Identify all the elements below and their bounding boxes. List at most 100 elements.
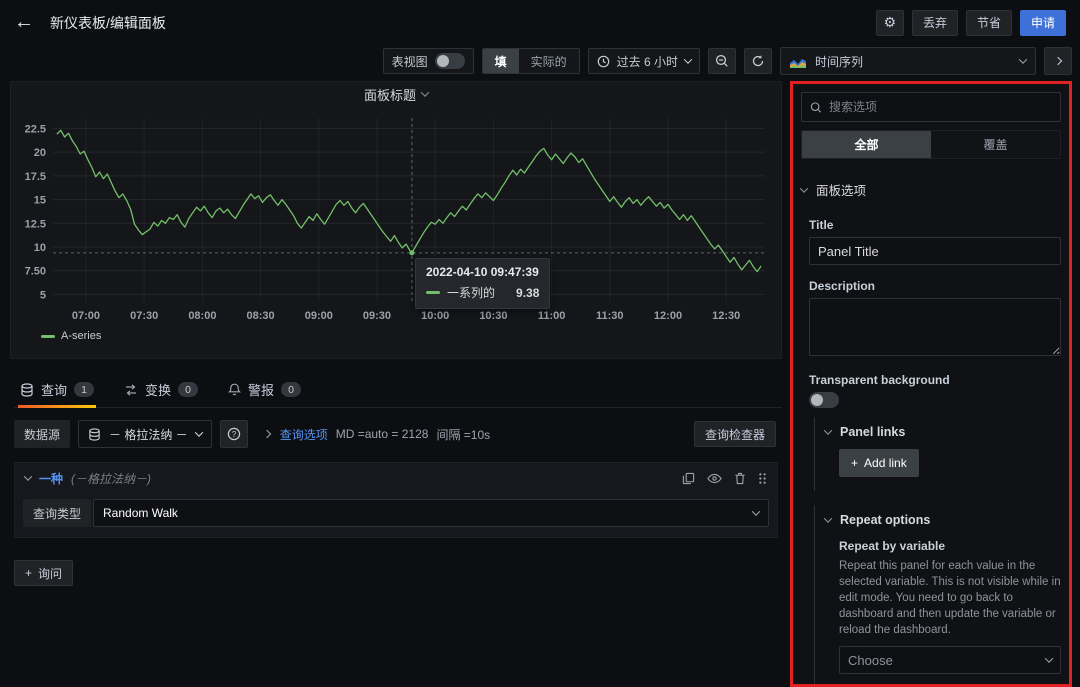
visualization-picker[interactable]: 时间序列 [780, 47, 1036, 75]
tab-query[interactable]: 查询 1 [18, 375, 96, 407]
add-link-button[interactable]: + Add link [839, 449, 919, 477]
options-search[interactable] [801, 92, 1061, 122]
section-panel-links: Panel links + Add link [814, 417, 1061, 491]
panel-links-title: Panel links [840, 425, 905, 439]
table-view-control: 表视图 [383, 48, 474, 74]
chevron-down-icon [824, 514, 832, 522]
query-editor-row: 一种 (－格拉法纳－) 查询类型 Random Walk [14, 462, 778, 538]
panel-settings-button[interactable]: ⚙ [876, 10, 904, 36]
chart-tooltip: 2022-04-10 09:47:39 一系列的 9.38 [415, 258, 550, 309]
datasource-value: － 格拉法纳 － [109, 426, 188, 443]
svg-text:12:30: 12:30 [712, 310, 740, 322]
panel-title-menu[interactable]: 面板标题 [11, 82, 781, 106]
zoom-out-button[interactable] [708, 48, 736, 74]
table-view-label: 表视图 [392, 53, 428, 70]
query-options-link[interactable]: 查询选项 [280, 426, 328, 443]
clock-icon [597, 55, 610, 68]
svg-text:15: 15 [34, 195, 46, 207]
description-field-label: Description [809, 279, 1061, 293]
query-datasource-hint: (－格拉法纳－) [71, 470, 151, 487]
tab-overrides[interactable]: 覆盖 [931, 131, 1060, 158]
refresh-icon [751, 54, 765, 68]
svg-text:20: 20 [34, 147, 46, 159]
svg-text:10: 10 [34, 242, 46, 254]
tab-alert[interactable]: 警报 0 [226, 375, 303, 407]
database-icon [88, 428, 101, 441]
svg-text:?: ? [231, 430, 236, 439]
panel-title-input[interactable] [809, 237, 1061, 265]
tab-transform-badge: 0 [178, 382, 198, 397]
svg-text:09:30: 09:30 [363, 310, 391, 322]
time-range-label: 过去 6 小时 [617, 53, 678, 70]
chevron-down-icon [684, 55, 692, 63]
add-link-label: Add link [864, 456, 907, 470]
legend-item[interactable]: A-series [41, 330, 781, 342]
svg-text:7.50: 7.50 [25, 266, 46, 278]
chevron-down-icon [421, 88, 429, 96]
tab-query-badge: 1 [74, 382, 94, 397]
tab-transform[interactable]: 变换 0 [122, 375, 200, 407]
svg-text:22.5: 22.5 [25, 123, 46, 135]
tooltip-value: 9.38 [516, 286, 539, 300]
repeat-by-variable-label: Repeat by variable [839, 539, 1061, 553]
duplicate-icon[interactable] [682, 472, 695, 485]
svg-text:10:00: 10:00 [421, 310, 449, 322]
legend-label: A-series [61, 330, 101, 342]
chevron-down-icon [824, 426, 832, 434]
tab-alert-label: 警报 [248, 380, 274, 399]
repeat-variable-select[interactable]: Choose [839, 646, 1061, 674]
chart-area[interactable]: 22.52017.51512.5107.50507:0007:3008:0008… [17, 106, 781, 330]
collapse-query-icon[interactable] [24, 472, 32, 480]
tooltip-time: 2022-04-10 09:47:39 [426, 265, 539, 279]
datasource-help-button[interactable]: ? [220, 420, 248, 448]
edit-toolbar: 表视图 填 实际的 过去 6 小时 时间序列 [0, 45, 1080, 77]
repeat-options-title: Repeat options [840, 513, 930, 527]
timeseries-chart-icon [790, 55, 807, 68]
svg-text:09:00: 09:00 [305, 310, 333, 322]
collapse-options-button[interactable] [1044, 47, 1072, 75]
datasource-label: 数据源 [14, 420, 70, 448]
tab-query-label: 查询 [41, 380, 67, 399]
svg-text:10:30: 10:30 [479, 310, 507, 322]
options-search-input[interactable] [829, 100, 1052, 114]
discard-button[interactable]: 丢弃 [912, 10, 958, 36]
trash-icon[interactable] [734, 472, 746, 485]
svg-text:11:00: 11:00 [538, 310, 566, 322]
svg-text:08:00: 08:00 [188, 310, 216, 322]
time-range-picker[interactable]: 过去 6 小时 [588, 48, 700, 74]
repeat-options-header[interactable]: Repeat options [825, 505, 1061, 535]
panel-options-header[interactable]: 面板选项 [793, 169, 1069, 210]
apply-button[interactable]: 申请 [1020, 10, 1066, 36]
chevron-down-icon [752, 507, 760, 515]
datasource-row: 数据源 － 格拉法纳 － ? 查询选项 MD =auto = 2128 间隔 =… [14, 420, 782, 448]
help-icon: ? [227, 427, 241, 441]
actual-option[interactable]: 实际的 [519, 49, 579, 73]
add-query-button[interactable]: + 询问 [14, 560, 73, 586]
chevron-right-icon [1054, 57, 1062, 65]
refresh-button[interactable] [744, 48, 772, 74]
series-swatch [426, 291, 440, 294]
query-type-select[interactable]: Random Walk [93, 499, 769, 527]
tab-all-options[interactable]: 全部 [802, 131, 931, 158]
transparent-bg-label: Transparent background [809, 373, 1061, 387]
drag-handle-icon[interactable] [758, 472, 767, 485]
datasource-picker[interactable]: － 格拉法纳 － [78, 420, 212, 448]
panel-links-header[interactable]: Panel links [825, 417, 1061, 447]
query-name[interactable]: 一种 [39, 470, 63, 487]
query-inspector-button[interactable]: 查询检查器 [694, 421, 776, 447]
table-view-toggle[interactable] [435, 53, 465, 69]
alert-bell-icon [228, 383, 241, 397]
add-query-label: 询问 [38, 565, 62, 582]
plus-icon: + [25, 566, 32, 580]
save-button[interactable]: 节省 [966, 10, 1012, 36]
timeseries-chart: 22.52017.51512.5107.50507:0007:3008:0008… [17, 106, 775, 330]
panel-description-input[interactable] [809, 298, 1061, 356]
back-arrow-icon[interactable]: ← [14, 11, 34, 34]
eye-icon[interactable] [707, 472, 722, 485]
fill-option[interactable]: 填 [483, 49, 519, 73]
repeat-description: Repeat this panel for each value in the … [839, 558, 1061, 638]
page-title: 新仪表板/编辑面板 [50, 13, 166, 33]
transparent-bg-toggle[interactable] [809, 392, 839, 408]
query-icon [20, 383, 34, 397]
svg-text:12:00: 12:00 [654, 310, 682, 322]
